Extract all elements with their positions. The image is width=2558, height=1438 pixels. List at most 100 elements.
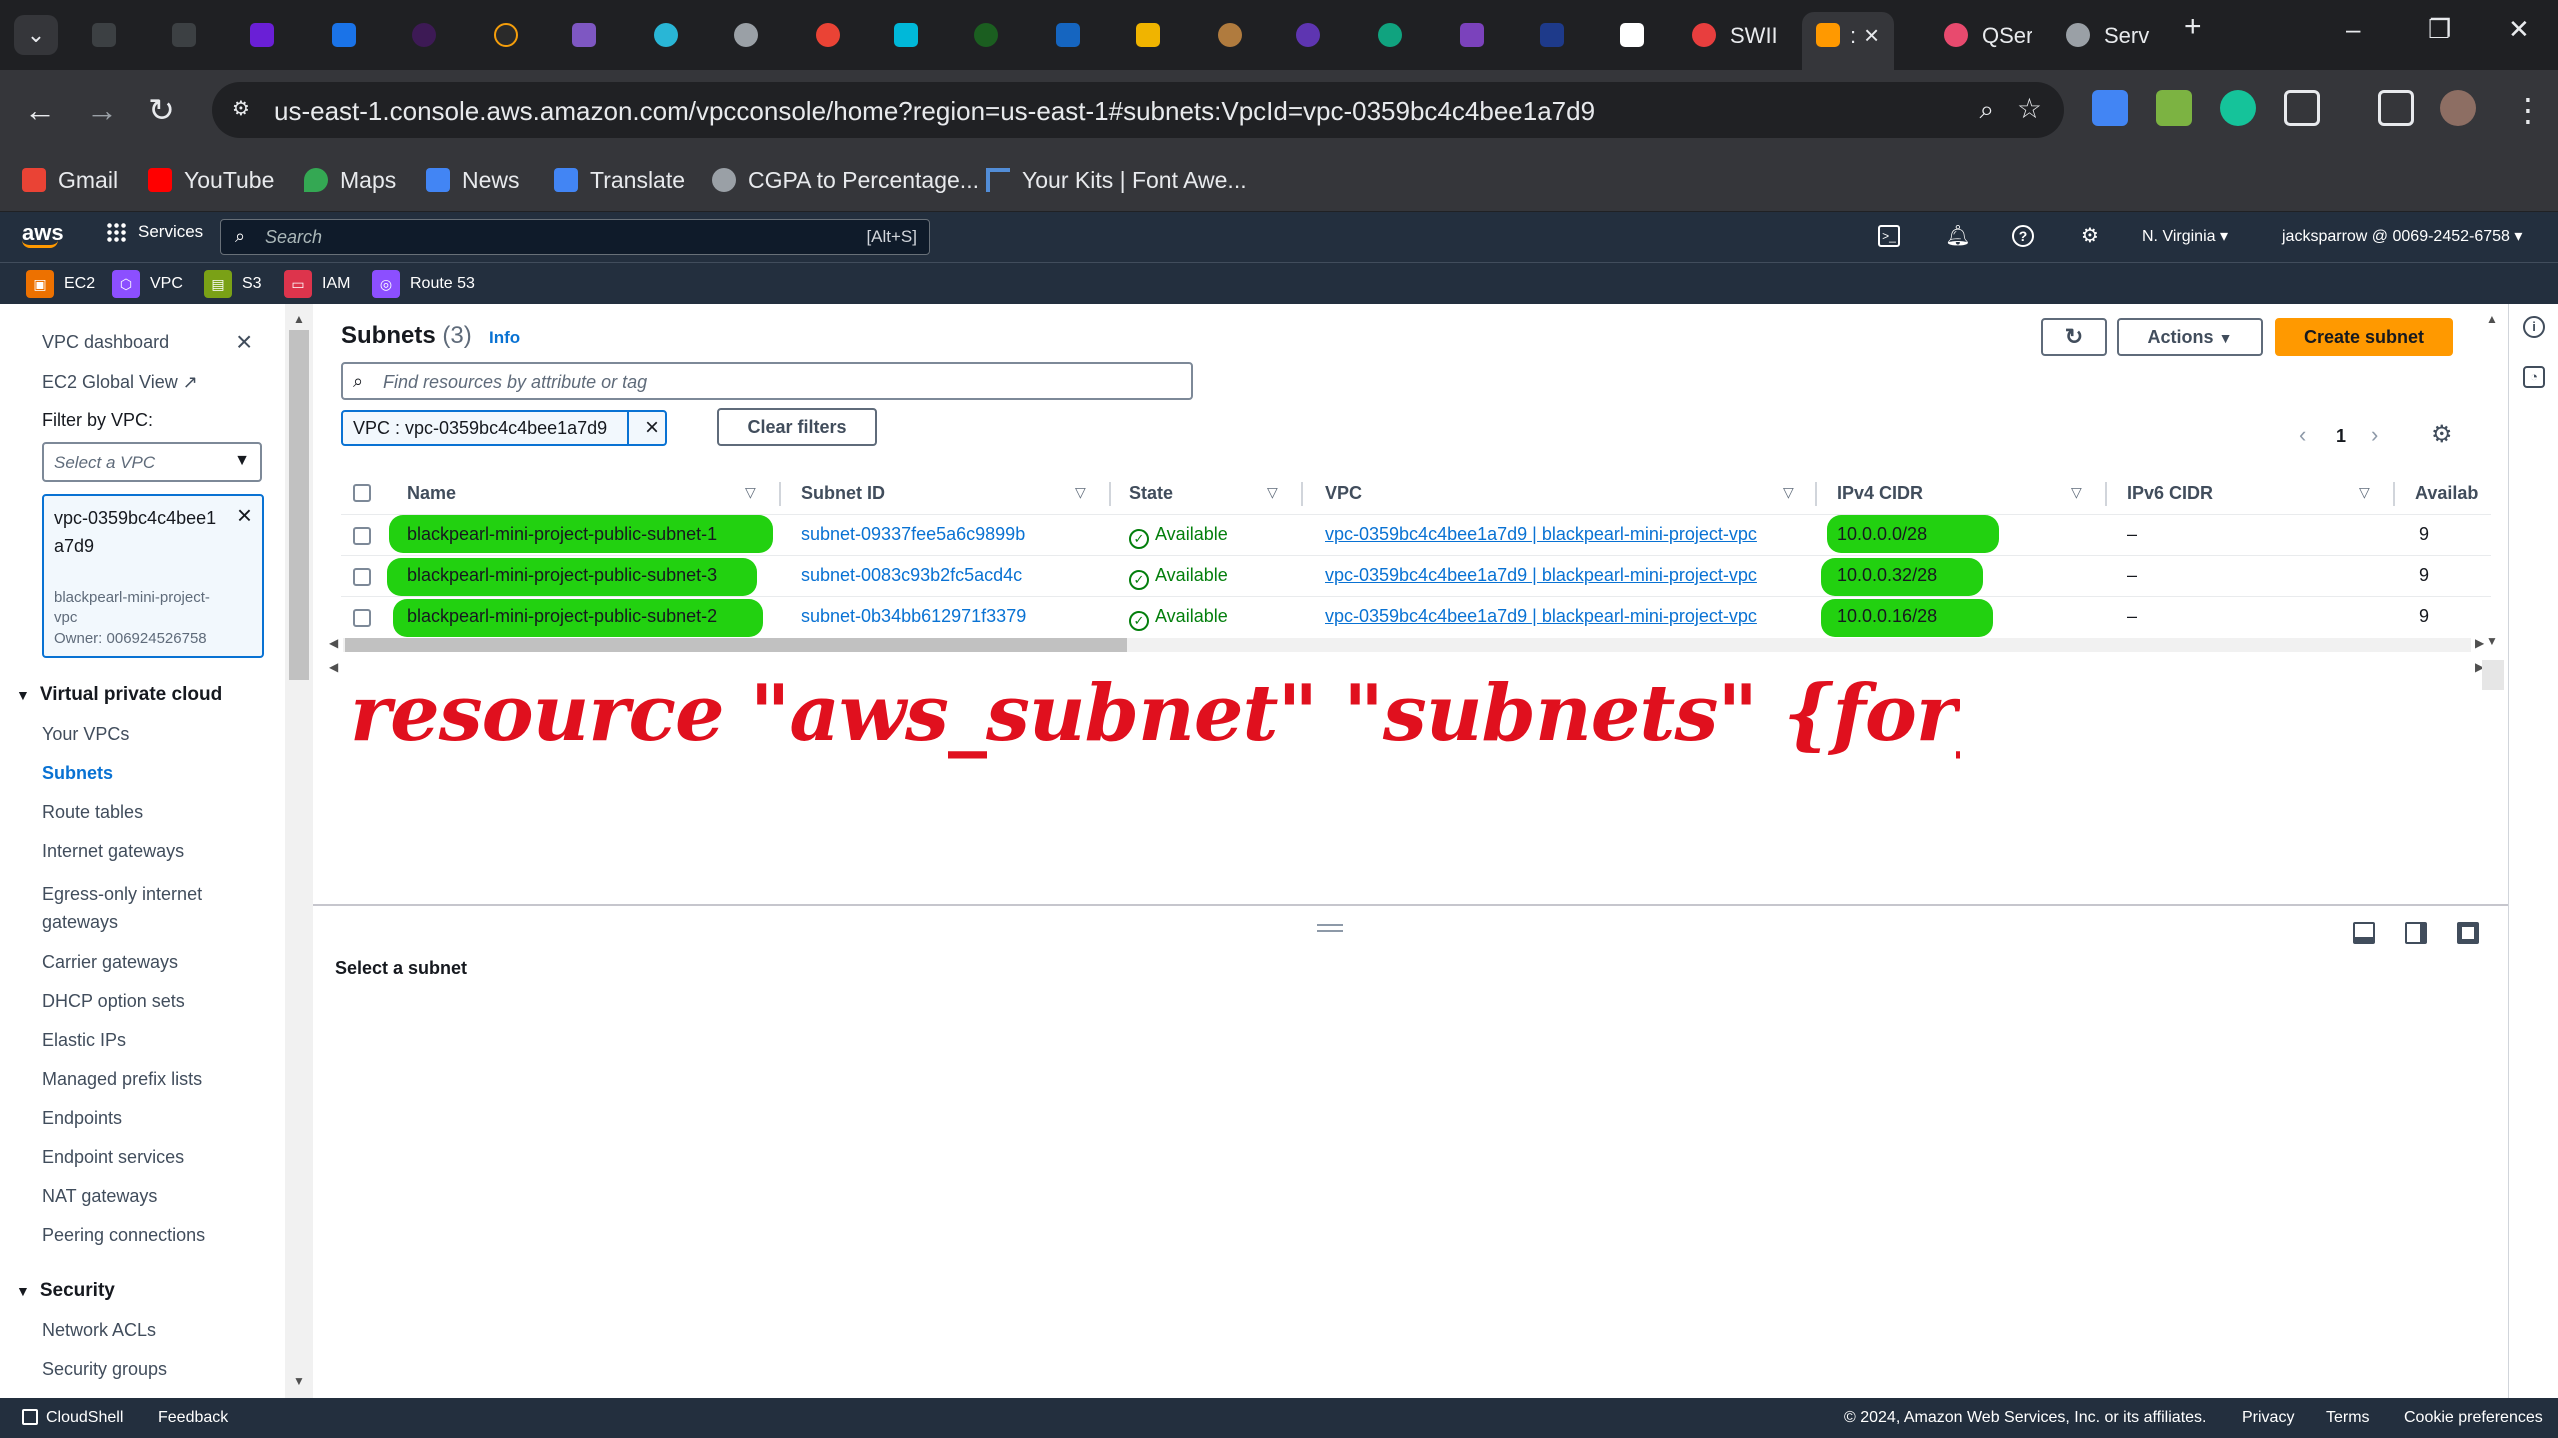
favorite-iam[interactable]: ▭ IAM xyxy=(284,270,350,298)
restore-icon[interactable]: ❐ xyxy=(2428,14,2451,45)
panel-side-icon[interactable] xyxy=(2405,922,2427,944)
row-checkbox[interactable] xyxy=(353,609,371,627)
back-icon[interactable]: ← xyxy=(24,90,56,130)
table-row[interactable]: blackpearl-mini-project-public-subnet-1 … xyxy=(341,514,2491,555)
address-bar[interactable]: ⚙ us-east-1.console.aws.amazon.com/vpcco… xyxy=(212,82,2064,138)
grammarly-icon[interactable] xyxy=(2220,90,2256,126)
page-number[interactable]: 1 xyxy=(2336,426,2346,447)
favorite-ec2[interactable]: ▣ EC2 xyxy=(26,270,95,298)
nav-egress-only-gateways[interactable]: Egress-only internet gateways xyxy=(42,880,242,936)
tab-favicon-icon[interactable] xyxy=(816,23,840,47)
tab-favicon-icon[interactable] xyxy=(734,23,758,47)
feedback-link[interactable]: Feedback xyxy=(158,1409,228,1427)
cloudshell-icon[interactable]: >_ xyxy=(1878,225,1900,247)
tab-favicon-icon[interactable] xyxy=(412,23,436,47)
tab-favicon-icon[interactable] xyxy=(654,23,678,47)
tab-favicon-icon[interactable] xyxy=(92,23,116,47)
tab-qser[interactable]: QSer xyxy=(1930,12,2050,58)
favorite-route53[interactable]: ◎ Route 53 xyxy=(372,270,475,298)
vpc-filter-select[interactable]: Select a VPC ▼ xyxy=(42,442,262,482)
sort-icon[interactable]: ▽ xyxy=(745,484,756,501)
nav-your-vpcs[interactable]: Your VPCs xyxy=(42,724,129,745)
nav-endpoint-services[interactable]: Endpoint services xyxy=(42,1147,184,1168)
tab-favicon-icon[interactable] xyxy=(250,23,274,47)
sort-icon[interactable]: ▽ xyxy=(1783,484,1794,501)
bookmark-gmail[interactable]: Gmail xyxy=(22,162,118,198)
bookmark-font-awesome[interactable]: Your Kits | Font Awe... xyxy=(986,162,1247,198)
sort-icon[interactable]: ▽ xyxy=(2359,484,2370,501)
scroll-left-icon[interactable]: ◀ xyxy=(329,636,338,650)
nav-subnets[interactable]: Subnets xyxy=(42,763,113,784)
column-header-subnet-id[interactable]: Subnet ID xyxy=(801,472,885,514)
tab-swii[interactable]: SWII xyxy=(1680,12,1800,58)
bookmark-maps[interactable]: Maps xyxy=(304,162,396,198)
sort-icon[interactable]: ▽ xyxy=(1075,484,1086,501)
nav-security-groups[interactable]: Security groups xyxy=(42,1359,167,1380)
row-checkbox[interactable] xyxy=(353,527,371,545)
account-menu[interactable]: jacksparrow @ 0069-2452-6758 ▾ xyxy=(2282,226,2522,246)
nav-section-vpc[interactable]: ▼ Virtual private cloud xyxy=(16,684,222,706)
scroll-down-icon[interactable]: ▼ xyxy=(293,1374,305,1388)
nav-route-tables[interactable]: Route tables xyxy=(42,802,143,823)
sort-icon[interactable]: ▽ xyxy=(2071,484,2082,501)
chrome-menu-icon[interactable]: ⋮ xyxy=(2512,90,2544,130)
help-icon[interactable]: ? xyxy=(2012,225,2034,247)
filter-input[interactable] xyxy=(383,370,1163,394)
bookmark-youtube[interactable]: YouTube xyxy=(148,162,274,198)
nav-peering-connections[interactable]: Peering connections xyxy=(42,1225,205,1246)
remove-filter-icon[interactable]: × xyxy=(645,414,659,442)
column-header-state[interactable]: State xyxy=(1129,472,1173,514)
extensions-puzzle-icon[interactable] xyxy=(2284,90,2320,126)
select-all-checkbox[interactable] xyxy=(353,484,371,502)
nav-scrollbar[interactable]: ▲ ▼ xyxy=(285,304,313,1398)
scroll-down-icon[interactable]: ▼ xyxy=(2486,634,2498,648)
nav-internet-gateways[interactable]: Internet gateways xyxy=(42,841,184,862)
nav-dhcp-option-sets[interactable]: DHCP option sets xyxy=(42,991,185,1012)
nav-network-acls[interactable]: Network ACLs xyxy=(42,1320,156,1341)
close-window-icon[interactable]: ✕ xyxy=(2508,14,2530,45)
bookmark-translate[interactable]: Translate xyxy=(554,162,685,198)
scrollbar-thumb[interactable] xyxy=(289,330,309,680)
column-header-ipv4-cidr[interactable]: IPv4 CIDR xyxy=(1837,472,1923,514)
content-scrollbar[interactable]: ▲ ▼ xyxy=(2478,304,2508,690)
zoom-icon[interactable]: ⌕ xyxy=(1979,94,1994,126)
nav-elastic-ips[interactable]: Elastic IPs xyxy=(42,1030,126,1051)
table-row[interactable]: blackpearl-mini-project-public-subnet-3 … xyxy=(341,555,2491,596)
resource-filter[interactable]: ⌕ xyxy=(341,362,1193,400)
vpc-link[interactable]: vpc-0359bc4c4bee1a7d9 | blackpearl-mini-… xyxy=(1325,524,1757,545)
tab-favicon-icon[interactable] xyxy=(1218,23,1242,47)
create-subnet-button[interactable]: Create subnet xyxy=(2275,318,2453,356)
notifications-bell-icon[interactable]: 🔔︎ xyxy=(1944,222,1972,250)
vpc-link[interactable]: vpc-0359bc4c4bee1a7d9 | blackpearl-mini-… xyxy=(1325,606,1757,627)
favorite-s3[interactable]: ▤ S3 xyxy=(204,270,262,298)
panel-bottom-icon[interactable] xyxy=(2353,922,2375,944)
tab-favicon-icon[interactable] xyxy=(1056,23,1080,47)
new-tab-icon[interactable]: + xyxy=(2184,10,2202,44)
terms-link[interactable]: Terms xyxy=(2326,1409,2370,1427)
nav-section-security[interactable]: ▼ Security xyxy=(16,1280,115,1302)
table-settings-gear-icon[interactable]: ⚙ xyxy=(2431,420,2453,449)
aws-search-box[interactable]: ⌕ [Alt+S] xyxy=(220,219,930,255)
next-page-icon[interactable]: › xyxy=(2371,422,2378,448)
scroll-left-icon[interactable]: ◀ xyxy=(329,660,338,674)
favorite-vpc[interactable]: ⬡ VPC xyxy=(112,270,183,298)
nav-vpc-dashboard[interactable]: VPC dashboard xyxy=(42,332,169,353)
tab-favicon-icon[interactable] xyxy=(1136,23,1160,47)
nav-nat-gateways[interactable]: NAT gateways xyxy=(42,1186,157,1207)
vpc-link[interactable]: vpc-0359bc4c4bee1a7d9 | blackpearl-mini-… xyxy=(1325,565,1757,586)
google-translate-icon[interactable] xyxy=(2092,90,2128,126)
aws-logo[interactable]: aws xyxy=(22,220,64,248)
table-row[interactable]: blackpearl-mini-project-public-subnet-2 … xyxy=(341,596,2491,637)
clear-filters-button[interactable]: Clear filters xyxy=(717,408,877,446)
aws-search-input[interactable] xyxy=(265,224,765,250)
tab-favicon-icon[interactable] xyxy=(572,23,596,47)
remove-vpc-filter-icon[interactable]: × xyxy=(237,500,252,531)
site-settings-icon[interactable]: ⚙ xyxy=(232,96,258,122)
tab-serv[interactable]: Serv xyxy=(2052,12,2172,58)
subnet-id-link[interactable]: subnet-0083c93b2fc5acd4c xyxy=(801,565,1022,586)
scroll-up-icon[interactable]: ▲ xyxy=(293,312,305,326)
tab-favicon-icon[interactable] xyxy=(1378,23,1402,47)
services-menu-button[interactable]: Services xyxy=(106,222,203,242)
tab-favicon-icon[interactable] xyxy=(894,23,918,47)
sort-icon[interactable]: ▽ xyxy=(1267,484,1278,501)
